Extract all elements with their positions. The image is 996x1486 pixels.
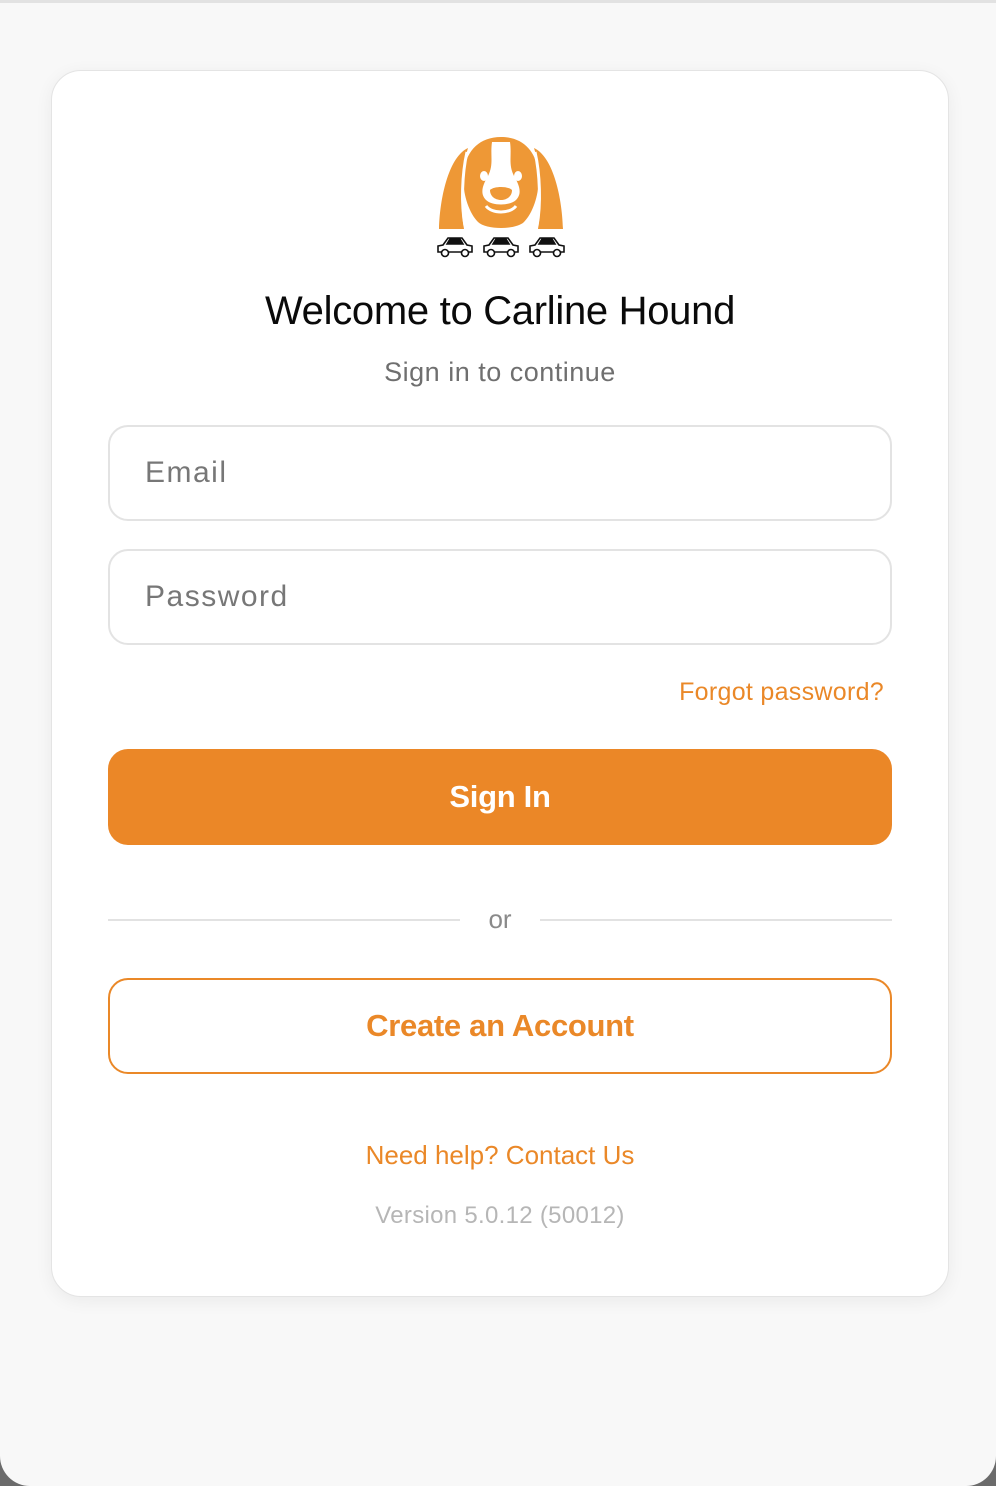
- page-subtitle: Sign in to continue: [384, 357, 616, 387]
- divider-line-right: [540, 919, 892, 921]
- login-card: Welcome to Carline Hound Sign in to cont…: [51, 70, 949, 1297]
- or-divider: or: [108, 901, 892, 941]
- page-title: Welcome to Carline Hound: [264, 289, 736, 333]
- sign-in-button[interactable]: Sign In: [108, 749, 892, 845]
- app-screen: Welcome to Carline Hound Sign in to cont…: [0, 0, 996, 1486]
- create-account-button[interactable]: Create an Account: [108, 978, 892, 1074]
- password-field[interactable]: [108, 549, 892, 645]
- version-label: Version 5.0.12 (50012): [375, 1202, 625, 1229]
- forgot-password-link[interactable]: Forgot password?: [679, 678, 884, 707]
- contact-us-link[interactable]: Need help? Contact Us: [52, 1140, 948, 1171]
- email-field[interactable]: [108, 425, 892, 521]
- dog-logo-icon: [437, 137, 565, 258]
